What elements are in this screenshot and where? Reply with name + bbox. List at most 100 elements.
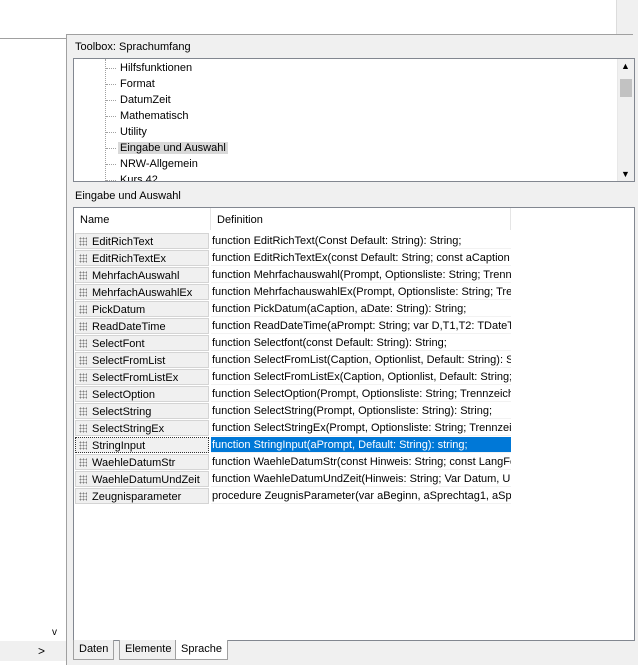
drag-grip-icon[interactable] [79,254,87,263]
tab-sprache[interactable]: Sprache [175,640,228,660]
row-name-label: ReadDateTime [92,321,166,333]
drag-grip-icon[interactable] [79,373,87,382]
table-row[interactable]: Zeugnisparameter procedure ZeugnisParamet… [74,488,511,505]
table-row[interactable]: SelectString function SelectString(Prompt… [74,403,511,420]
table-row[interactable]: MehrfachAuswahlEx function Mehrfachauswah… [74,284,511,301]
scroll-down-icon[interactable]: ▼ [621,169,630,179]
table-row[interactable]: WaehleDatumUndZeit function WaehleDatumUn… [74,471,511,488]
row-name-cell[interactable]: SelectFromList [75,352,209,368]
tree-item-label: Eingabe und Auswahl [118,142,228,154]
table-row[interactable]: WaehleDatumStr function WaehleDatumStr(co… [74,454,511,471]
row-name-label: SelectString [92,406,152,418]
drag-grip-icon[interactable] [79,271,87,280]
tree-item[interactable]: Format [106,76,157,92]
scroll-up-icon[interactable]: ▲ [621,61,630,71]
row-name-cell[interactable]: WaehleDatumStr [75,454,209,470]
table-row[interactable]: SelectFont function Selectfont(const Defa… [74,335,511,352]
tree-item[interactable]: Utility [106,124,149,140]
tree-vertical-scrollbar[interactable]: ▲ ▼ [617,59,634,181]
left-panel[interactable] [0,34,67,665]
table-row[interactable]: SelectStringEx function SelectStringEx(Pr… [74,420,511,437]
drag-grip-icon[interactable] [79,339,87,348]
row-definition-cell[interactable]: function SelectFromListEx(Caption, Optio… [211,369,511,385]
row-definition-cell[interactable]: function SelectString(Prompt, Optionslis… [211,403,511,419]
table-row[interactable]: SelectFromList function SelectFromList(Ca… [74,352,511,369]
drag-grip-icon[interactable] [79,237,87,246]
row-name-cell[interactable]: EditRichTextEx [75,250,209,266]
table-row[interactable]: EditRichText function EditRichText(Const … [74,233,511,250]
row-definition-cell[interactable]: function Mehrfachauswahl(Prompt, Options… [211,267,511,283]
left-panel-divider [0,38,66,39]
function-grid[interactable]: Name Definition EditRichText function Edi… [73,207,635,641]
chevron-right-icon[interactable]: > [38,644,45,658]
tree-item[interactable]: Eingabe und Auswahl [106,140,228,156]
tree-item[interactable]: Hilfsfunktionen [106,60,194,76]
row-name-cell[interactable]: SelectFromListEx [75,369,209,385]
row-name-cell[interactable]: Zeugnisparameter [75,488,209,504]
toolbox-tree[interactable]: Hilfsfunktionen Format DatumZeit Mathematis… [73,58,635,182]
table-row[interactable]: SelectFromListEx function SelectFromListE… [74,369,511,386]
drag-grip-icon[interactable] [79,322,87,331]
column-header-name[interactable]: Name [74,208,211,230]
drag-grip-icon[interactable] [79,492,87,501]
tree-item-label: Format [120,78,155,90]
table-row[interactable]: ReadDateTime function ReadDateTime(aPromp… [74,318,511,335]
row-definition-cell[interactable]: function StringInput(aPrompt, Default: S… [211,437,511,453]
row-definition-cell[interactable]: function SelectStringEx(Prompt, Optionsl… [211,420,511,436]
scroll-thumb[interactable] [620,79,632,97]
row-definition-cell[interactable]: function SelectFromList(Caption, Optionl… [211,352,511,368]
row-name-cell[interactable]: StringInput [75,437,209,453]
table-row[interactable]: SelectOption function SelectOption(Prompt… [74,386,511,403]
row-name-label: SelectFont [92,338,145,350]
row-definition-cell[interactable]: function PickDatum(aCaption, aDate: Stri… [211,301,511,317]
drag-grip-icon[interactable] [79,390,87,399]
editor-area[interactable] [0,0,633,35]
drag-grip-icon[interactable] [79,356,87,365]
row-name-label: Zeugnisparameter [92,491,182,503]
row-definition-cell[interactable]: procedure ZeugnisParameter(var aBeginn, … [211,488,511,504]
drag-grip-icon[interactable] [79,288,87,297]
drag-grip-icon[interactable] [79,458,87,467]
drag-grip-icon[interactable] [79,407,87,416]
row-definition-cell[interactable]: function WaehleDatumUndZeit(Hinweis: Str… [211,471,511,487]
row-definition-cell[interactable]: function ReadDateTime(aPrompt: String; v… [211,318,511,334]
row-name-cell[interactable]: SelectStringEx [75,420,209,436]
row-definition-cell[interactable]: function EditRichText(Const Default: Str… [211,233,511,249]
row-name-cell[interactable]: PickDatum [75,301,209,317]
row-definition-cell[interactable]: function SelectOption(Prompt, Optionslis… [211,386,511,402]
row-name-cell[interactable]: SelectOption [75,386,209,402]
row-name-cell[interactable]: MehrfachAuswahlEx [75,284,209,300]
row-name-cell[interactable]: MehrfachAuswahl [75,267,209,283]
tab-elemente[interactable]: Elemente [119,640,178,660]
tree-item[interactable]: NRW-Allgemein [106,156,200,172]
tree-item[interactable]: Kurs 42 [106,172,160,181]
drag-grip-icon[interactable] [79,441,87,450]
table-row[interactable]: EditRichTextEx function EditRichTextEx(co… [74,250,511,267]
drag-grip-icon[interactable] [79,424,87,433]
table-row[interactable]: StringInput function StringInput(aPrompt,… [74,437,511,454]
tree-item[interactable]: DatumZeit [106,92,173,108]
tab-daten[interactable]: Daten [73,640,115,660]
drag-grip-icon[interactable] [79,305,87,314]
chevron-down-icon[interactable]: v [52,627,57,638]
drag-grip-icon[interactable] [79,475,87,484]
row-definition-cell[interactable]: function MehrfachauswahlEx(Prompt, Optio… [211,284,511,300]
tree-branch-line [106,115,116,117]
row-name-cell[interactable]: ReadDateTime [75,318,209,334]
toolbox-title: Toolbox: Sprachumfang [75,41,191,53]
row-name-cell[interactable]: SelectFont [75,335,209,351]
table-row[interactable]: MehrfachAuswahl function Mehrfachauswahl(… [74,267,511,284]
table-row[interactable]: PickDatum function PickDatum(aCaption, aD… [74,301,511,318]
row-name-label: WaehleDatumStr [92,457,176,469]
column-header-definition[interactable]: Definition [211,208,511,230]
editor-vertical-scrollbar[interactable] [616,0,633,34]
left-horizontal-scrollbar[interactable] [0,641,66,661]
tree-item[interactable]: Mathematisch [106,108,190,124]
row-name-cell[interactable]: EditRichText [75,233,209,249]
row-definition-cell[interactable]: function WaehleDatumStr(const Hinweis: S… [211,454,511,470]
row-name-cell[interactable]: WaehleDatumUndZeit [75,471,209,487]
row-definition-cell[interactable]: function EditRichTextEx(const Default: S… [211,250,511,266]
row-name-cell[interactable]: SelectString [75,403,209,419]
row-definition-cell[interactable]: function Selectfont(const Default: Strin… [211,335,511,351]
row-name-label: SelectFromListEx [92,372,179,384]
